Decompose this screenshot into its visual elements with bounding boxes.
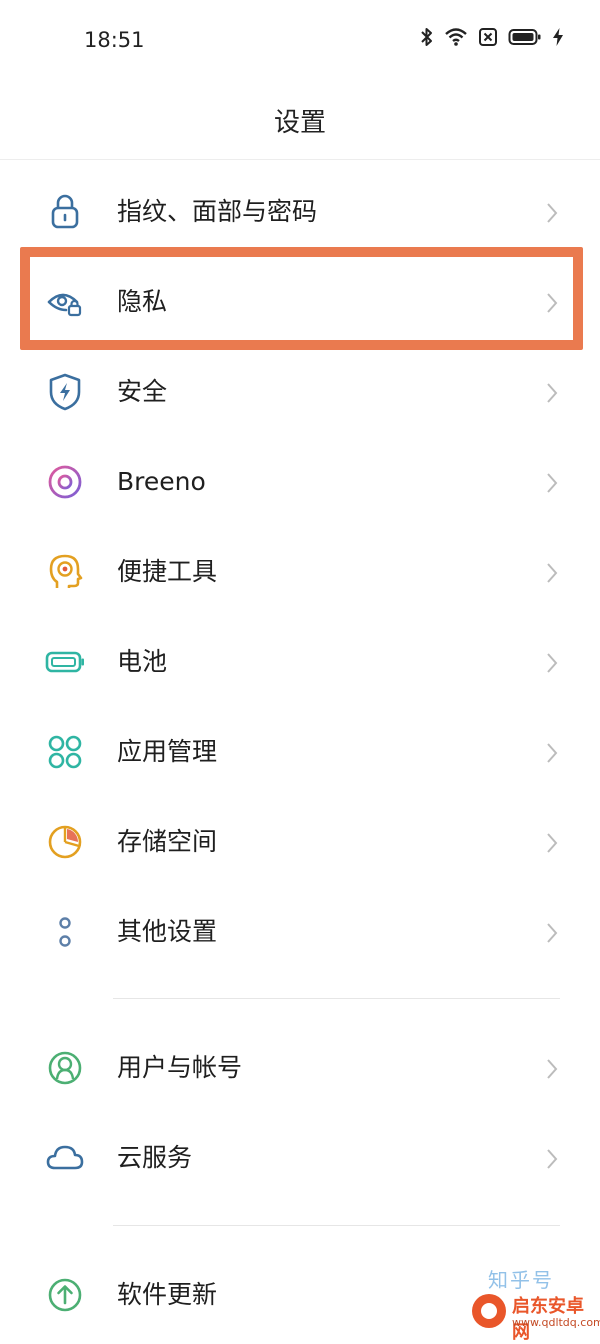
settings-item-label: 存储空间 [117,827,218,856]
pie-storage-icon [44,821,86,863]
app-grid-icon [44,731,86,773]
chevron-right-icon [547,1149,558,1169]
settings-item-app-management[interactable]: 应用管理 [0,707,600,797]
chevron-right-icon [547,383,558,403]
watermark-site-url: www.qdltdq.com [512,1316,600,1329]
settings-item-label: 电池 [117,647,168,676]
settings-item-cloud-service[interactable]: 云服务 [0,1113,600,1203]
site-logo-icon [472,1294,506,1328]
settings-item-battery[interactable]: 电池 [0,617,600,707]
settings-item-label: 便捷工具 [117,557,218,586]
settings-item-label: 软件更新 [117,1280,218,1309]
watermark-text: 知乎号 [488,1268,554,1292]
breeno-ring-icon [44,461,86,503]
wifi-icon [444,27,468,47]
head-target-icon [44,551,86,593]
highlight-box [20,247,583,350]
settings-item-fingerprint-face-password[interactable]: 指纹、面部与密码 [0,167,600,257]
shield-bolt-icon [44,371,86,413]
page-title: 设置 [273,108,326,138]
chevron-right-icon [547,203,558,223]
chevron-right-icon [547,563,558,583]
settings-item-security[interactable]: 安全 [0,347,600,437]
lock-icon [44,191,86,233]
cloud-icon [44,1137,86,1179]
chevron-right-icon [547,1059,558,1079]
settings-item-convenience-tools[interactable]: 便捷工具 [0,527,600,617]
settings-item-other-settings[interactable]: 其他设置 [0,887,600,977]
chevron-right-icon [547,473,558,493]
bluetooth-icon [420,27,434,47]
battery-outline-icon [44,641,86,683]
dots-icon [44,911,86,953]
update-arrow-icon [44,1274,86,1316]
settings-item-storage[interactable]: 存储空间 [0,797,600,887]
sim-blocked-icon [478,27,498,47]
settings-item-label: 应用管理 [117,737,218,766]
chevron-right-icon [547,653,558,673]
status-time: 18:51 [84,28,145,52]
settings-item-breeno[interactable]: Breeno [0,437,600,527]
chevron-right-icon [547,923,558,943]
user-circle-icon [44,1047,86,1089]
section-divider [113,998,560,999]
settings-item-users-accounts[interactable]: 用户与帐号 [0,1023,600,1113]
status-bar: 18:51 [0,0,600,80]
chevron-right-icon [547,743,558,763]
watermark-badge: 启东安卓网 www.qdltdq.com [470,1290,600,1343]
settings-item-label: 其他设置 [117,917,218,946]
settings-item-label: 安全 [117,377,168,406]
settings-item-label: Breeno [117,467,206,496]
settings-item-label: 云服务 [117,1143,193,1172]
battery-icon [508,27,542,47]
header-divider [0,159,600,160]
settings-item-label: 用户与帐号 [117,1053,243,1082]
charging-icon [552,27,564,47]
settings-item-label: 指纹、面部与密码 [117,197,318,226]
section-divider [113,1225,560,1226]
status-icons [420,27,564,47]
chevron-right-icon [547,833,558,853]
